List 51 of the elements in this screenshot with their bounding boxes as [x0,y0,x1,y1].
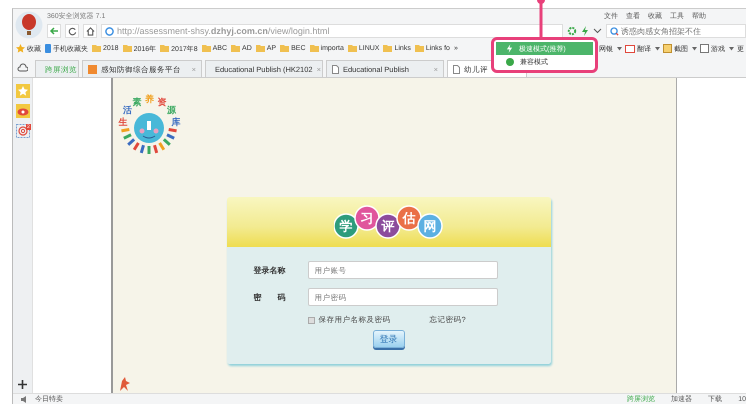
login-button[interactable]: 登录 [372,330,404,348]
folder-icon [160,45,170,52]
eye-icon[interactable] [16,104,30,118]
folder-icon [414,45,424,52]
logo-character: 素 [132,96,142,107]
page-icon [453,64,460,74]
caret-icon[interactable] [617,46,622,50]
caret-icon[interactable] [655,46,660,50]
balloon-logo-icon [15,11,43,39]
bird-icon [118,377,130,391]
back-arrow-icon [49,26,59,36]
folder-icon [231,45,240,52]
folder-icon [92,45,101,52]
globe-icon [105,26,114,36]
refresh-button[interactable] [65,24,79,38]
lightning-icon [506,44,513,53]
caret-icon[interactable] [729,46,734,50]
folder-icon [310,45,319,52]
logo-character: 源 [166,105,176,116]
gear-icon[interactable] [567,26,577,36]
folder-icon [256,45,265,52]
remember-checkbox[interactable] [308,316,314,324]
password-label: 密 码 [254,292,286,302]
folder-icon [348,45,357,52]
search-icon [610,26,619,36]
username-label: 登录名称 [254,264,286,276]
star-icon [16,44,25,53]
home-button[interactable] [83,24,97,38]
site-icon [88,64,97,74]
folder-icon [383,45,392,52]
home-icon [86,26,94,36]
plus-icon[interactable] [18,380,27,389]
logo-character: 生 [118,116,128,127]
folder-icon [202,45,211,52]
cloud-icon[interactable] [17,62,28,72]
star-icon[interactable] [16,84,30,98]
speaker-icon[interactable] [21,396,27,402]
logo-character: 资 [157,96,166,107]
caret-icon[interactable] [692,46,697,50]
site-title: 学 习 评 估 网 [339,210,436,234]
folder-icon [280,45,290,52]
page-icon [332,64,339,74]
caret-icon[interactable] [593,27,602,35]
logo-character: 库 [172,116,181,127]
logo-character: 养 [145,94,154,104]
logo-character: 活 [123,105,132,116]
refresh-icon [68,26,76,36]
search-field[interactable]: 诱惑肉感女角招架不住 [606,24,746,38]
circle-icon [506,58,514,66]
folder-icon [122,45,132,52]
phone-icon [45,44,51,53]
